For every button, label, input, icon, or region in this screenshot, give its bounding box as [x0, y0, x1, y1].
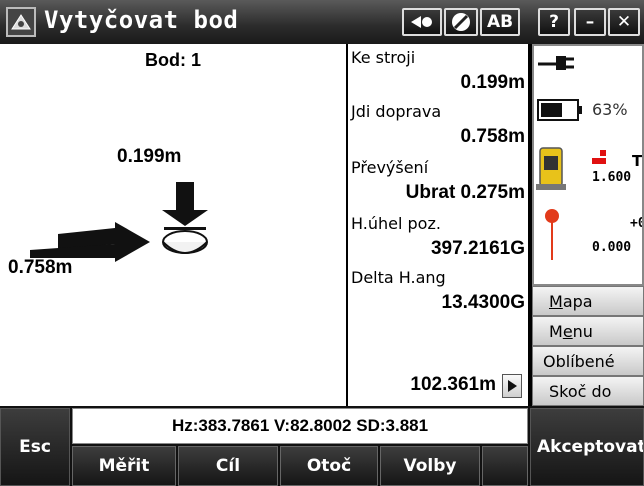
- target-height: 0.000: [592, 240, 632, 255]
- more-readings-button[interactable]: [502, 374, 522, 398]
- reading-value-delta-hang: 13.4300G: [441, 292, 525, 313]
- jump-to-button-label: Skoč do: [549, 381, 612, 401]
- app-menu-icon[interactable]: [6, 7, 36, 37]
- total-station-icon: [536, 147, 566, 190]
- target-point-icon: [162, 230, 208, 254]
- esc-button[interactable]: Esc: [0, 408, 70, 486]
- reading-value-to-instrument: 0.199m: [460, 72, 525, 93]
- reading-label-hz-angle: H.úhel poz.: [351, 214, 441, 233]
- no-entry-icon: [452, 13, 470, 31]
- minimize-button[interactable]: –: [574, 8, 606, 36]
- jump-to-button[interactable]: Skoč do: [532, 376, 644, 406]
- play-right-icon: [508, 380, 517, 392]
- readings-panel: Ke stroji 0.199m Jdi doprava 0.758m Přev…: [346, 44, 530, 406]
- battery-percentage: 63%: [592, 100, 628, 119]
- window-title: Vytyčovat bod: [44, 6, 239, 34]
- measurement-readout: Hz:383.7861 V:82.8002 SD:3.881: [72, 408, 528, 444]
- direction-graphic: [30, 182, 208, 262]
- stakeout-graphic: Bod: 1 0.199m 0.758m: [0, 44, 346, 406]
- help-button[interactable]: ?: [538, 8, 570, 36]
- reading-label-elevation-diff: Převýšení: [351, 158, 429, 177]
- instrument-height: 1.600: [592, 170, 632, 185]
- favorites-button-label: Oblíbené: [543, 351, 615, 371]
- reading-value-elevation-diff: Ubrat 0.275m: [405, 182, 525, 203]
- reading-label-go-right: Jdi doprava: [351, 102, 442, 121]
- menu-button[interactable]: Menu: [532, 316, 644, 346]
- battery-icon: [537, 99, 582, 121]
- empty-softkey[interactable]: [482, 446, 528, 486]
- reading-label-delta-hang: Delta H.ang: [351, 268, 446, 287]
- options-button[interactable]: Volby: [380, 446, 480, 486]
- status-panel[interactable]: 63% T 1.600 +0 0.000: [532, 44, 644, 286]
- ab-button[interactable]: AB: [480, 8, 520, 36]
- target-offset: +0: [630, 216, 642, 231]
- reading-value-distance: 102.361m: [410, 374, 496, 395]
- right-arrow-icon: [30, 222, 150, 262]
- map-button[interactable]: Mapa: [532, 286, 644, 316]
- map-button-label: Mapa: [549, 291, 593, 311]
- bottom-bar: Esc Hz:383.7861 V:82.8002 SD:3.881 Měřit…: [0, 406, 644, 486]
- measure-button[interactable]: Měřit: [72, 446, 176, 486]
- signal-bars-icon: [592, 150, 606, 164]
- reading-label-to-instrument: Ke stroji: [351, 48, 416, 67]
- menu-button-label: Menu: [549, 321, 593, 341]
- reading-value-hz-angle: 397.2161G: [430, 238, 525, 259]
- close-button[interactable]: ✕: [608, 8, 640, 36]
- laser-icon: [411, 16, 432, 28]
- down-arrow-icon: [162, 182, 208, 230]
- instrument-type-label: T: [632, 152, 643, 170]
- keyboard-mode-button[interactable]: [402, 8, 442, 36]
- target-pin-icon: [545, 209, 559, 260]
- cancel-tracking-button[interactable]: [444, 8, 478, 36]
- target-button[interactable]: Cíl: [178, 446, 278, 486]
- reading-value-go-right: 0.758m: [460, 126, 525, 147]
- accept-button[interactable]: Akceptovat: [530, 408, 644, 486]
- power-plug-icon: [538, 56, 574, 70]
- title-bar: Vytyčovat bod AB ? – ✕: [0, 0, 644, 44]
- distance-horizontal-label: 0.758m: [8, 257, 73, 278]
- favorites-button[interactable]: Oblíbené: [532, 346, 644, 376]
- turn-button[interactable]: Otoč: [280, 446, 378, 486]
